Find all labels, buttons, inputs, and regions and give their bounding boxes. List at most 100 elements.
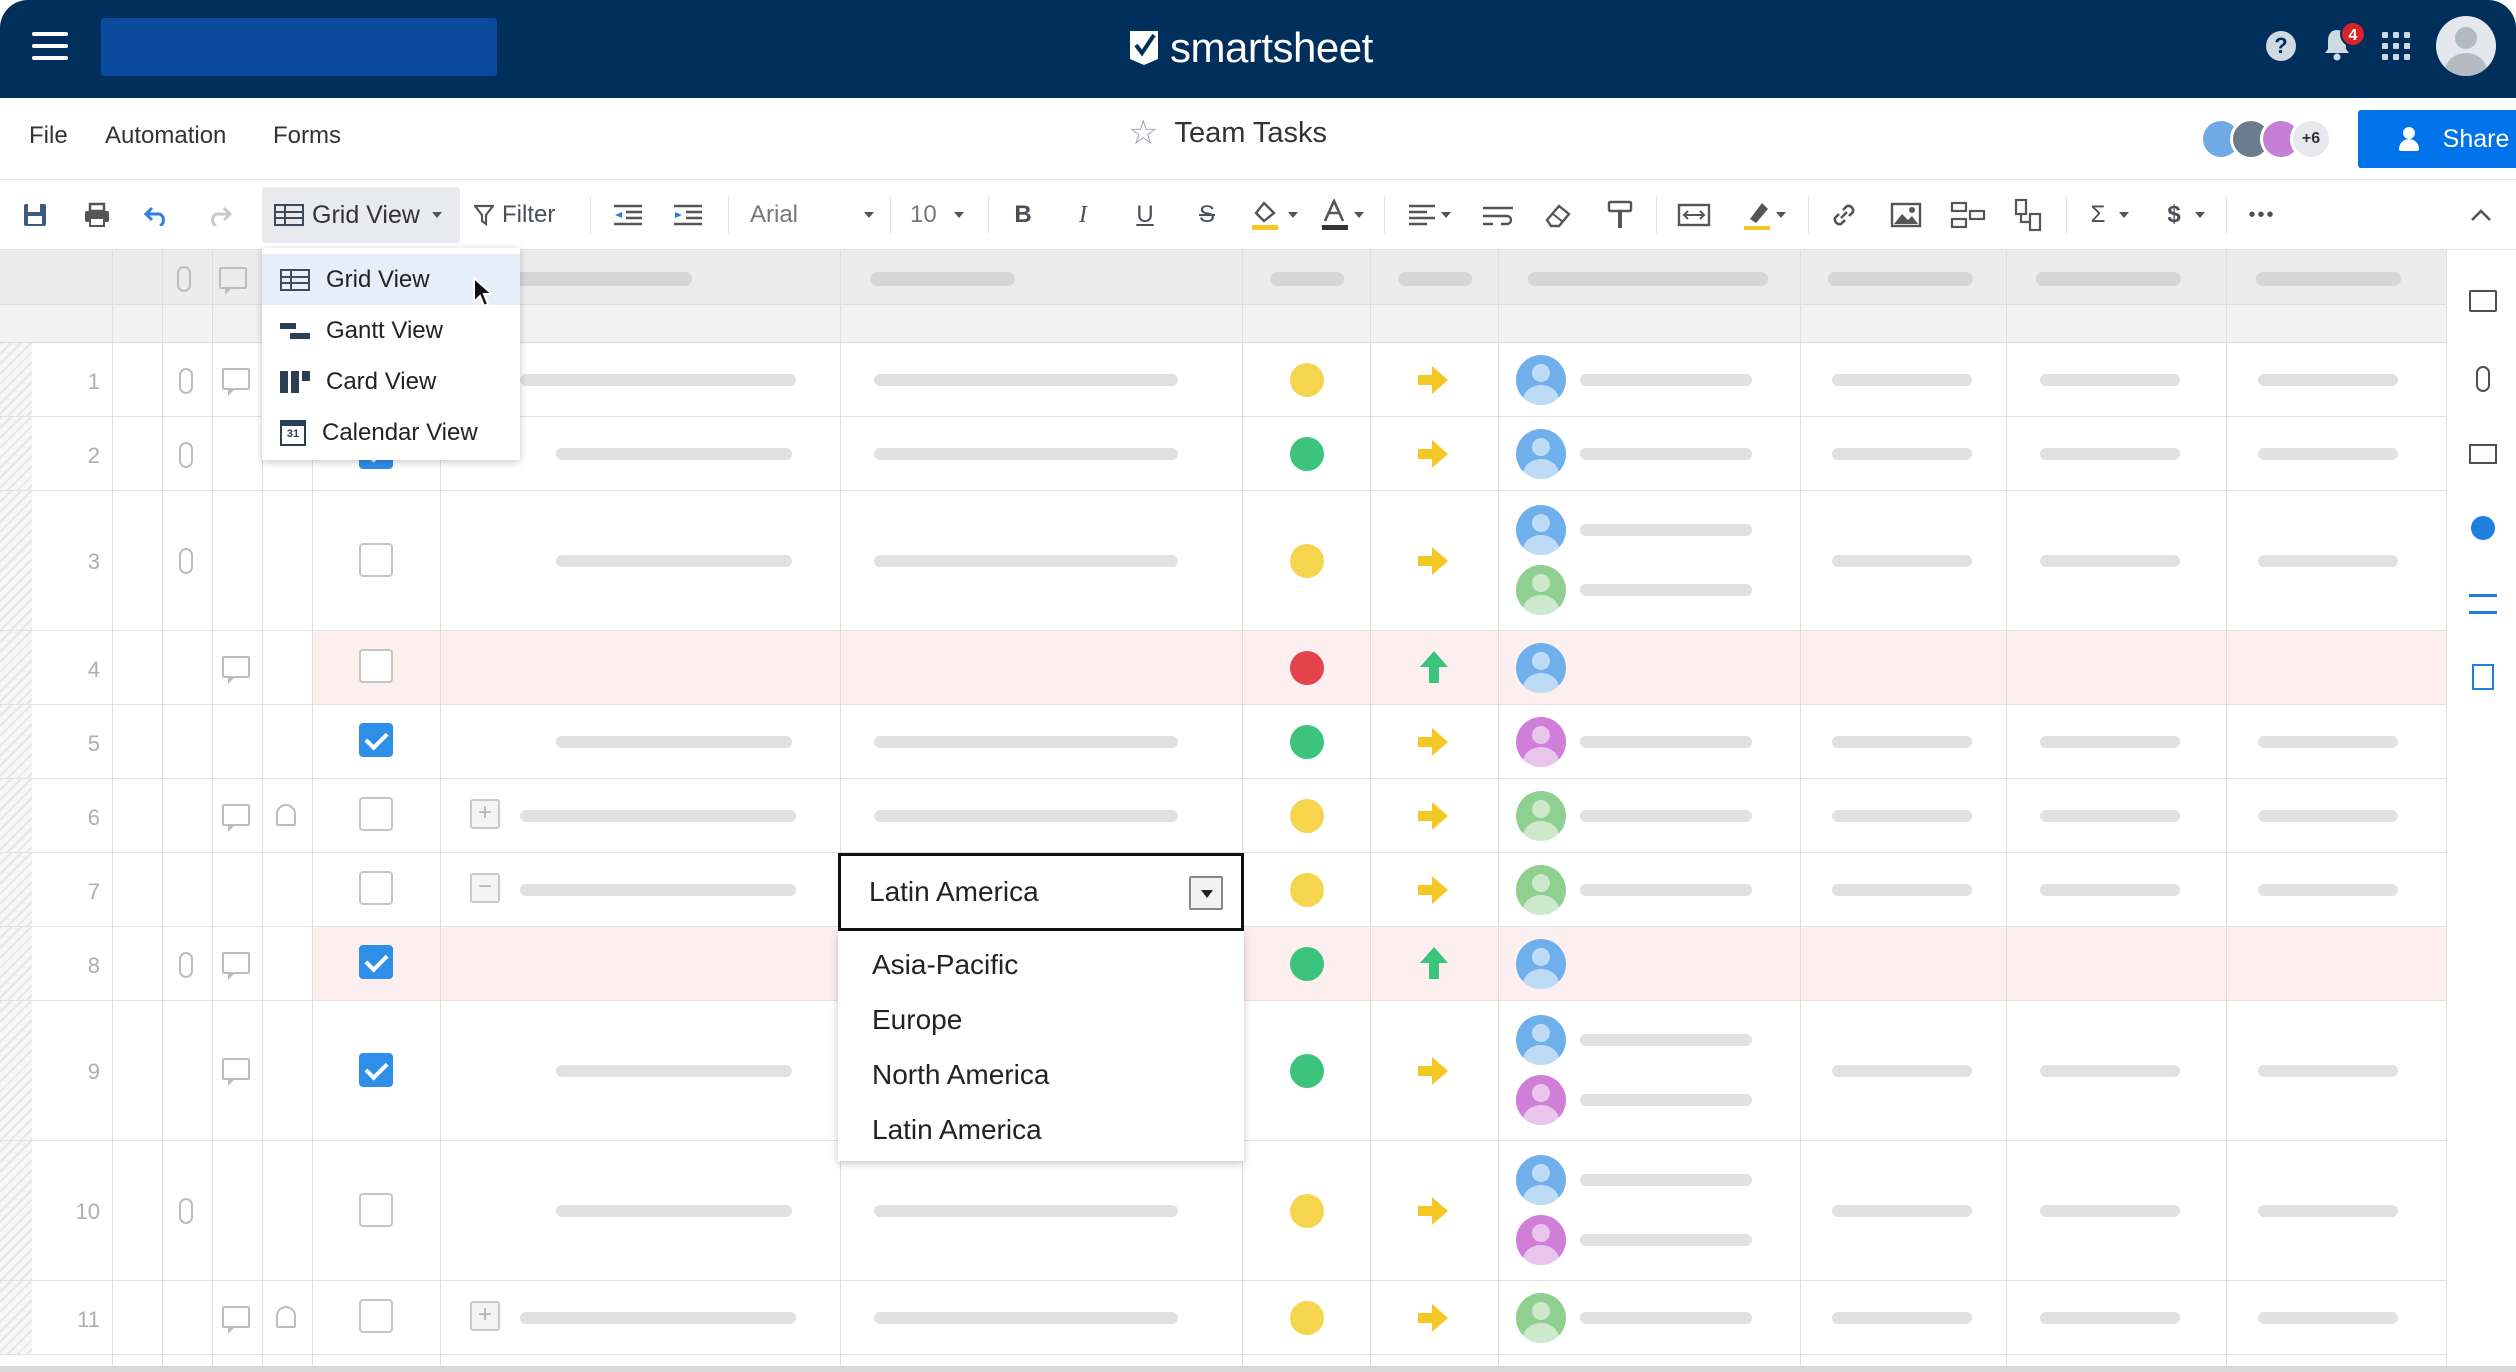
attachment-icon[interactable] xyxy=(179,368,193,394)
table-row[interactable]: 5 xyxy=(0,705,2446,779)
link-icon[interactable] xyxy=(1824,194,1864,236)
notifications-bell-icon[interactable]: 4 xyxy=(2322,21,2366,65)
cell-placeholder[interactable] xyxy=(1832,374,1972,386)
cell-placeholder[interactable] xyxy=(1580,810,1752,822)
cell-placeholder[interactable] xyxy=(1580,584,1752,596)
assignee-avatar[interactable] xyxy=(1516,717,1566,767)
table-row[interactable]: 6 + xyxy=(0,779,2446,853)
arrow-right-icon[interactable] xyxy=(1418,1057,1448,1085)
region-option-latin-america[interactable]: Latin America xyxy=(838,1102,1244,1157)
cell-placeholder[interactable] xyxy=(1832,555,1972,567)
more-collaborators-badge[interactable]: +6 xyxy=(2290,118,2332,160)
done-checkbox[interactable] xyxy=(359,1299,393,1333)
cell-placeholder[interactable] xyxy=(2258,448,2398,460)
cell-placeholder[interactable] xyxy=(1580,1174,1752,1186)
cell-placeholder[interactable] xyxy=(520,1312,796,1324)
font-family-select[interactable]: Arial xyxy=(742,194,882,236)
arrow-right-icon[interactable] xyxy=(1418,802,1448,830)
cell-placeholder[interactable] xyxy=(1832,1065,1972,1077)
hierarchy-icon[interactable] xyxy=(1946,194,1990,236)
sheet-title[interactable]: Team Tasks xyxy=(1174,117,1327,150)
dependencies-icon[interactable] xyxy=(2008,194,2048,236)
cell-placeholder[interactable] xyxy=(2040,374,2180,386)
save-icon[interactable] xyxy=(18,194,52,236)
help-icon[interactable]: ? xyxy=(2266,31,2296,61)
assignee-avatar[interactable] xyxy=(1516,865,1566,915)
wrap-text-icon[interactable] xyxy=(1478,194,1518,236)
cell-placeholder[interactable] xyxy=(520,374,796,386)
redo-icon[interactable] xyxy=(202,194,236,236)
cell-placeholder[interactable] xyxy=(2040,1065,2180,1077)
comment-icon[interactable] xyxy=(222,656,250,684)
dropdown-arrow-icon[interactable] xyxy=(1189,876,1223,910)
user-profile-avatar[interactable] xyxy=(2436,16,2496,76)
region-option-asia-pacific[interactable]: Asia-Pacific xyxy=(838,937,1244,992)
undo-icon[interactable] xyxy=(140,194,174,236)
cell-placeholder[interactable] xyxy=(2258,555,2398,567)
status-dot[interactable] xyxy=(1290,1301,1324,1335)
cell-placeholder[interactable] xyxy=(2040,810,2180,822)
cell-placeholder[interactable] xyxy=(874,1205,1178,1217)
cell-placeholder[interactable] xyxy=(2040,1312,2180,1324)
summary-icon[interactable] xyxy=(2472,664,2494,690)
cell-placeholder[interactable] xyxy=(520,810,796,822)
cell-placeholder[interactable] xyxy=(1580,1234,1752,1246)
arrow-right-icon[interactable] xyxy=(1418,366,1448,394)
align-icon[interactable] xyxy=(1400,194,1458,236)
cell-placeholder[interactable] xyxy=(2040,884,2180,896)
text-color-icon[interactable] xyxy=(1314,194,1370,236)
cell-placeholder[interactable] xyxy=(874,448,1178,460)
currency-format-button[interactable]: $ xyxy=(2158,194,2214,236)
arrow-right-icon[interactable] xyxy=(1418,440,1448,468)
assignee-avatar[interactable] xyxy=(1516,1075,1566,1125)
cell-placeholder[interactable] xyxy=(1580,1094,1752,1106)
cell-placeholder[interactable] xyxy=(1832,448,1972,460)
reminder-bell-icon[interactable] xyxy=(276,804,296,826)
smartsheet-logo[interactable]: smartsheet xyxy=(1128,22,1373,74)
cell-placeholder[interactable] xyxy=(556,555,792,567)
collapse-toolbar-chevron-icon[interactable] xyxy=(2466,194,2496,236)
format-painter-icon[interactable] xyxy=(1602,194,1638,236)
cell-placeholder[interactable] xyxy=(2258,1205,2398,1217)
collaborator-avatars[interactable]: +6 xyxy=(2200,118,2332,160)
status-dot[interactable] xyxy=(1290,651,1324,685)
comment-icon[interactable] xyxy=(222,1306,250,1334)
column-header-placeholder[interactable] xyxy=(870,272,1015,286)
status-dot[interactable] xyxy=(1290,1194,1324,1228)
cell-placeholder[interactable] xyxy=(2040,736,2180,748)
attachment-icon[interactable] xyxy=(179,1198,193,1224)
column-header-placeholder[interactable] xyxy=(510,272,692,286)
cell-placeholder[interactable] xyxy=(1580,448,1752,460)
merge-cells-icon[interactable] xyxy=(1674,194,1714,236)
column-header-placeholder[interactable] xyxy=(2036,272,2181,286)
clear-format-eraser-icon[interactable] xyxy=(1540,194,1576,236)
cell-placeholder[interactable] xyxy=(874,374,1178,386)
region-select-cell[interactable]: Latin America xyxy=(838,853,1244,931)
sum-formula-button[interactable]: Σ xyxy=(2082,194,2138,236)
cell-placeholder[interactable] xyxy=(2258,810,2398,822)
menu-item-calendar-view[interactable]: 31 Calendar View xyxy=(262,407,520,458)
cell-placeholder[interactable] xyxy=(1580,736,1752,748)
attachment-icon[interactable] xyxy=(179,548,193,574)
attachment-icon[interactable] xyxy=(179,952,193,978)
view-switcher-button[interactable]: Grid View xyxy=(262,187,460,243)
assignee-avatar[interactable] xyxy=(1516,1293,1566,1343)
assignee-avatar[interactable] xyxy=(1516,355,1566,405)
cell-placeholder[interactable] xyxy=(2258,1312,2398,1324)
cell-placeholder[interactable] xyxy=(1580,1034,1752,1046)
cell-placeholder[interactable] xyxy=(556,1205,792,1217)
publish-globe-icon[interactable] xyxy=(2471,516,2495,540)
comment-icon[interactable] xyxy=(222,804,250,832)
activity-log-icon[interactable] xyxy=(2469,594,2497,614)
insert-image-icon[interactable] xyxy=(1886,194,1926,236)
arrow-right-icon[interactable] xyxy=(1418,1304,1448,1332)
cell-placeholder[interactable] xyxy=(1832,884,1972,896)
outdent-icon[interactable] xyxy=(608,194,648,236)
region-option-europe[interactable]: Europe xyxy=(838,992,1244,1047)
status-dot[interactable] xyxy=(1290,873,1324,907)
indent-icon[interactable] xyxy=(668,194,708,236)
cell-placeholder[interactable] xyxy=(2040,448,2180,460)
status-dot[interactable] xyxy=(1290,437,1324,471)
cell-placeholder[interactable] xyxy=(1832,1205,1972,1217)
conversations-icon[interactable] xyxy=(2469,290,2497,312)
